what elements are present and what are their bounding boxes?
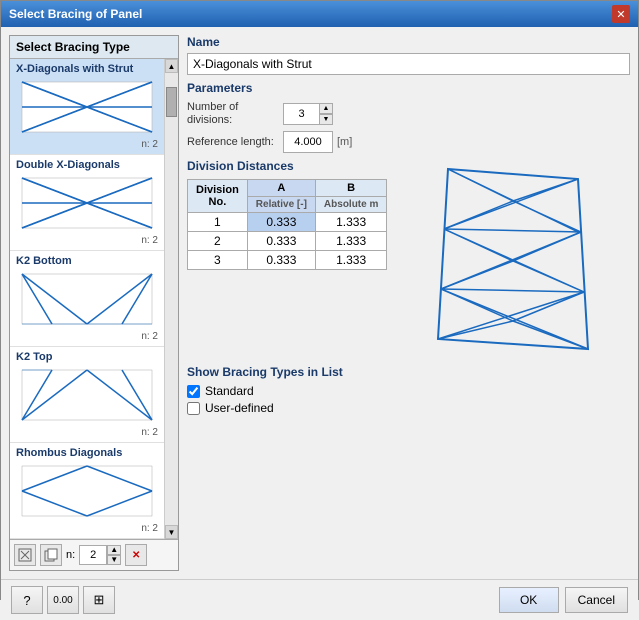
division-section: Division Distances DivisionNo. A B Rel — [187, 159, 630, 359]
bracing-item-5[interactable]: Rhombus Diagonals n: 2 — [10, 443, 164, 539]
grid-button[interactable]: ⊞ — [83, 586, 115, 614]
div-no-3[interactable]: 3 — [188, 251, 248, 270]
division-table-wrapper: DivisionNo. A B Relative [-] Absolute m — [187, 179, 387, 270]
ok-button[interactable]: OK — [499, 587, 559, 613]
delete-button[interactable]: ✕ — [125, 544, 147, 566]
user-defined-label: User-defined — [205, 401, 274, 415]
div-no-2[interactable]: 2 — [188, 232, 248, 251]
main-window: Select Bracing of Panel ✕ Select Bracing… — [0, 0, 639, 600]
main-content: Select Bracing Type X-Diagonals with Str… — [1, 27, 638, 579]
table-row[interactable]: 1 0.333 1.333 — [188, 213, 387, 232]
add-button[interactable] — [14, 544, 36, 566]
bottom-right-buttons: OK Cancel — [499, 587, 628, 613]
col-b-header: B — [315, 180, 386, 197]
bracing-item-1-n: n: 2 — [16, 139, 158, 150]
ref-length-input-group: [m] — [283, 131, 352, 153]
bracing-diagram-1 — [17, 77, 157, 137]
bracing-item-2[interactable]: Double X-Diagonals n: 2 — [10, 155, 164, 251]
show-bracing-label: Show Bracing Types in List — [187, 365, 630, 379]
bracing-diagram-2 — [17, 173, 157, 233]
num-divisions-row: Number of divisions: ▲ ▼ — [187, 101, 630, 127]
bracing-diagram-4 — [17, 365, 157, 425]
bracing-item-3[interactable]: K2 Bottom n: 2 — [10, 251, 164, 347]
division-table-body: 1 0.333 1.333 2 0.333 1.333 — [188, 213, 387, 270]
decimal-button[interactable]: 0.00 — [47, 586, 79, 614]
help-button[interactable]: ? — [11, 586, 43, 614]
bracing-item-1-label: X-Diagonals with Strut — [16, 63, 158, 75]
col-b-sub: Absolute m — [315, 197, 386, 213]
user-defined-checkbox[interactable] — [187, 402, 200, 415]
close-button[interactable]: ✕ — [612, 5, 630, 23]
ref-length-unit: [m] — [337, 136, 352, 148]
num-divisions-label: Number of divisions: — [187, 101, 277, 127]
standard-label: Standard — [205, 384, 254, 398]
relative-2[interactable]: 0.333 — [247, 232, 315, 251]
left-panel: Select Bracing Type X-Diagonals with Str… — [9, 35, 179, 571]
divisions-spin-down[interactable]: ▼ — [319, 114, 333, 125]
division-label: Division Distances — [187, 159, 387, 173]
absolute-3[interactable]: 1.333 — [315, 251, 386, 270]
ref-length-label: Reference length: — [187, 136, 277, 149]
n-label: n: — [66, 549, 75, 561]
absolute-1[interactable]: 1.333 — [315, 213, 386, 232]
bracing-list: X-Diagonals with Strut n: 2 — [10, 59, 164, 539]
num-divisions-input[interactable] — [283, 103, 319, 125]
n-spinner[interactable]: ▲ ▼ — [79, 545, 121, 565]
relative-3[interactable]: 0.333 — [247, 251, 315, 270]
window-title: Select Bracing of Panel — [9, 7, 142, 21]
user-defined-checkbox-row: User-defined — [187, 401, 630, 415]
bracing-preview-area — [395, 159, 630, 359]
relative-1[interactable]: 0.333 — [247, 213, 315, 232]
bracing-item-4[interactable]: K2 Top n: 2 — [10, 347, 164, 443]
bracing-item-4-label: K2 Top — [16, 351, 158, 363]
name-section-label: Name — [187, 35, 630, 49]
bracing-item-3-n: n: 2 — [16, 331, 158, 342]
params-label: Parameters — [187, 81, 630, 95]
bracing-item-3-label: K2 Bottom — [16, 255, 158, 267]
left-panel-header: Select Bracing Type — [10, 36, 178, 59]
title-bar: Select Bracing of Panel ✕ — [1, 1, 638, 27]
division-table: DivisionNo. A B Relative [-] Absolute m — [187, 179, 387, 270]
bracing-item-1[interactable]: X-Diagonals with Strut n: 2 — [10, 59, 164, 155]
table-row[interactable]: 2 0.333 1.333 — [188, 232, 387, 251]
name-input[interactable] — [187, 53, 630, 75]
bracing-item-5-n: n: 2 — [16, 523, 158, 534]
scroll-up[interactable]: ▲ — [165, 59, 178, 73]
absolute-2[interactable]: 1.333 — [315, 232, 386, 251]
bracing-item-5-label: Rhombus Diagonals — [16, 447, 158, 459]
left-panel-footer: n: ▲ ▼ ✕ — [10, 539, 178, 570]
bottom-left-buttons: ? 0.00 ⊞ — [11, 586, 115, 614]
divisions-spin-up[interactable]: ▲ — [319, 103, 333, 114]
ref-length-row: Reference length: [m] — [187, 131, 630, 153]
n-input[interactable] — [79, 545, 107, 565]
n-spin-up[interactable]: ▲ — [107, 545, 121, 555]
div-no-1[interactable]: 1 — [188, 213, 248, 232]
bracing-diagram-3 — [17, 269, 157, 329]
bracing-item-4-n: n: 2 — [16, 427, 158, 438]
n-spin-down[interactable]: ▼ — [107, 555, 121, 565]
scroll-thumb[interactable] — [166, 87, 177, 117]
col-a-sub: Relative [-] — [247, 197, 315, 213]
n-spinner-buttons: ▲ ▼ — [107, 545, 121, 565]
bracing-item-2-label: Double X-Diagonals — [16, 159, 158, 171]
show-bracing-section: Show Bracing Types in List Standard User… — [187, 365, 630, 415]
bracing-preview-svg — [428, 159, 598, 359]
table-row[interactable]: 3 0.333 1.333 — [188, 251, 387, 270]
standard-checkbox-row: Standard — [187, 384, 630, 398]
params-section: Parameters Number of divisions: ▲ ▼ Refe… — [187, 81, 630, 153]
cancel-button[interactable]: Cancel — [565, 587, 628, 613]
col-a-header: A — [247, 180, 315, 197]
scroll-down[interactable]: ▼ — [165, 525, 178, 539]
left-panel-body: X-Diagonals with Strut n: 2 — [10, 59, 178, 539]
ref-length-input[interactable] — [283, 131, 333, 153]
list-scrollbar[interactable]: ▲ ▼ — [164, 59, 178, 539]
right-panel: Name Parameters Number of divisions: ▲ ▼ — [187, 35, 630, 571]
num-divisions-spinner[interactable]: ▲ ▼ — [283, 103, 333, 125]
name-section: Name — [187, 35, 630, 75]
copy-button[interactable] — [40, 544, 62, 566]
bracing-diagram-5 — [17, 461, 157, 521]
col-division-header: DivisionNo. — [188, 180, 248, 213]
standard-checkbox[interactable] — [187, 385, 200, 398]
bracing-item-2-n: n: 2 — [16, 235, 158, 246]
